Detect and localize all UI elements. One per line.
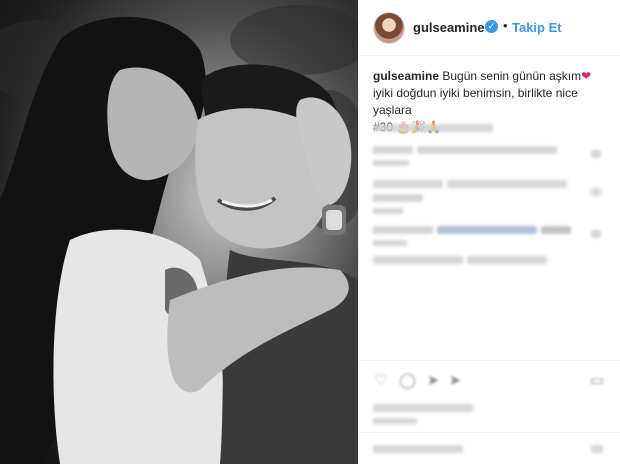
- add-comment-row: [359, 432, 620, 464]
- avatar[interactable]: [373, 12, 405, 44]
- save-bookmark-icon[interactable]: ▭: [589, 373, 605, 389]
- blurred-comment: [373, 146, 413, 154]
- blurred-comment-meta: [373, 160, 409, 166]
- blurred-comment: [373, 194, 423, 202]
- photo-illustration: [0, 5, 358, 464]
- blurred-comment: [373, 124, 493, 132]
- share-alt-icon[interactable]: ➤: [447, 373, 463, 389]
- blurred-comment: [467, 256, 547, 264]
- post-actions: ♡ ◯ ➤ ➤ ▭: [359, 360, 620, 400]
- caption-text-1: Bugün senin günün aşkım: [439, 69, 582, 83]
- blurred-comment-emoji: [541, 226, 571, 234]
- blurred-comment: [447, 180, 567, 188]
- blurred-comment: [373, 256, 463, 264]
- verified-badge-icon: ✓: [485, 20, 498, 33]
- caption-text-2: iyiki doğdun iyiki benimsin, birlikte ni…: [373, 86, 578, 117]
- caption-heart-emoji: ❤: [581, 69, 592, 83]
- blurred-like-icon: [591, 230, 601, 238]
- blurred-like-icon: [591, 150, 601, 158]
- blurred-comment-meta: [373, 240, 407, 246]
- header-separator: •: [503, 18, 508, 33]
- blurred-like-icon: [591, 188, 601, 196]
- like-heart-icon[interactable]: ♡: [373, 373, 389, 389]
- follow-button[interactable]: Takip Et: [512, 20, 562, 35]
- blurred-comment: [417, 146, 557, 154]
- blurred-comment: [373, 180, 443, 188]
- header-username[interactable]: gulseamine: [413, 20, 485, 35]
- comment-icon[interactable]: ◯: [399, 373, 416, 389]
- post-header: gulseamine ✓ • Takip Et: [359, 0, 620, 56]
- blurred-post-date: [373, 418, 417, 424]
- blurred-comment-input[interactable]: [373, 445, 463, 453]
- caption-username[interactable]: gulseamine: [373, 69, 439, 83]
- blurred-options-icon[interactable]: [591, 445, 603, 453]
- blurred-comment-mention: [437, 226, 537, 234]
- blurred-likes-count: [373, 404, 473, 412]
- post-sidebar: gulseamine ✓ • Takip Et gulseamine Bugün…: [359, 0, 620, 464]
- post-photo: [0, 0, 358, 464]
- blurred-comment: [373, 226, 433, 234]
- blurred-comment-meta: [373, 208, 403, 214]
- share-icon[interactable]: ➤: [425, 373, 441, 389]
